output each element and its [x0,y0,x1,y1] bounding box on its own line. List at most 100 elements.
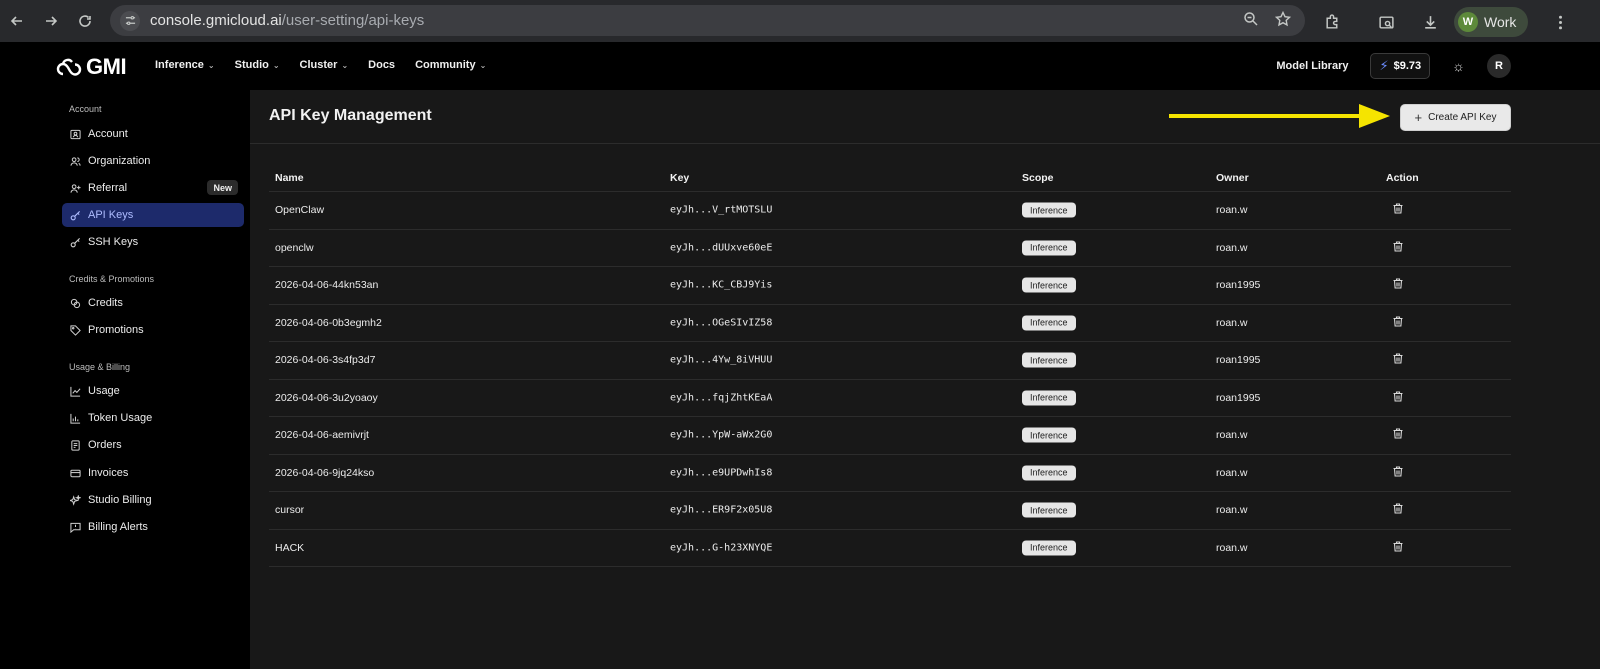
theme-toggle-sun-icon[interactable]: ☼ [1452,58,1465,74]
reload-icon[interactable] [71,7,99,35]
delete-trash-icon[interactable] [1392,390,1404,402]
nav-community[interactable]: Community ⌄ [415,59,486,71]
profile-chip[interactable]: W Work [1454,7,1529,37]
users-icon [69,155,81,167]
nav-studio[interactable]: Studio ⌄ [235,59,280,71]
delete-trash-icon[interactable] [1392,240,1404,252]
delete-trash-icon[interactable] [1392,428,1404,440]
sidebar-item-promotions[interactable]: Promotions [62,318,244,342]
yellow-arrow-annotation [1169,104,1390,128]
scope-badge: Inference [1022,540,1076,556]
sidebar-item-label: Promotions [88,324,144,336]
profile-label: Work [1484,14,1517,30]
sidebar-item-account[interactable]: Account [62,122,244,146]
bookmark-star-icon[interactable] [1274,10,1292,32]
sidebar-item-referral[interactable]: Referral New [62,176,244,200]
settings-sidebar: Account Account Organization Referral Ne… [0,90,250,669]
sidebar-item-ssh-keys[interactable]: SSH Keys [62,230,244,254]
chevron-down-icon: ⌄ [341,60,349,70]
address-bar[interactable]: console.gmicloud.ai/user-setting/api-key… [110,5,1305,36]
owner: roan1995 [1216,279,1261,292]
key-name: OpenClaw [275,204,325,217]
owner: roan1995 [1216,354,1261,367]
create-api-key-button[interactable]: + Create API Key [1400,104,1511,131]
sidebar-item-organization[interactable]: Organization [62,149,244,173]
scope-badge: Inference [1022,390,1076,406]
more-menu-icon[interactable] [1546,8,1574,36]
table-row: 2026-04-06-3u2yoaoy eyJh...fqjZhtKEaA In… [269,380,1511,417]
browser-toolbar: console.gmicloud.ai/user-setting/api-key… [0,0,1600,42]
download-icon[interactable] [1416,8,1444,36]
delete-trash-icon[interactable] [1392,315,1404,327]
nav-label: Cluster [299,59,338,71]
sidebar-item-label: Billing Alerts [88,521,148,533]
sidebar-item-api-keys[interactable]: API Keys [62,203,244,227]
delete-trash-icon[interactable] [1392,465,1404,477]
user-avatar[interactable]: R [1487,54,1511,78]
balance-button[interactable]: ⚡︎ $9.73 [1370,53,1431,79]
scope-badge: Inference [1022,502,1076,518]
scope-cell: Inference [1022,352,1076,368]
user-plus-icon [69,182,81,194]
back-icon[interactable] [3,7,31,35]
sidebar-item-billing-alerts[interactable]: Billing Alerts [62,515,244,539]
scope-badge: Inference [1022,277,1076,293]
scope-cell: Inference [1022,390,1076,406]
sidebar-item-invoices[interactable]: Invoices [62,461,244,485]
zoom-icon[interactable] [1243,11,1259,32]
key-name: 2026-04-06-0b3egmh2 [275,316,382,329]
sidebar-item-credits[interactable]: Credits [62,291,244,315]
owner: roan.w [1216,504,1248,517]
tag-icon [69,324,81,336]
delete-trash-icon[interactable] [1392,540,1404,552]
main-header: API Key Management + Create API Key [250,90,1600,144]
bar-chart-icon [69,412,81,424]
model-library-link[interactable]: Model Library [1276,60,1348,72]
key-name: 2026-04-06-9jq24kso [275,466,375,479]
table-row: cursor eyJh...ER9F2x05U8 Inference roan.… [269,492,1511,530]
sidebar-item-orders[interactable]: Orders [62,433,244,457]
create-api-key-label: Create API Key [1428,112,1497,123]
scope-cell: Inference [1022,540,1076,556]
owner: roan1995 [1216,391,1261,404]
site-settings-icon[interactable] [120,10,140,31]
masked-key: eyJh...ER9F2x05U8 [670,504,773,516]
key-icon [69,209,81,221]
sidebar-item-label: API Keys [88,209,134,221]
key-icon [69,236,81,248]
owner: roan.w [1216,241,1248,254]
delete-trash-icon[interactable] [1392,503,1404,515]
scope-badge: Inference [1022,240,1076,256]
sidebar-item-studio-billing[interactable]: Studio Billing [62,488,244,512]
forward-icon[interactable] [37,7,65,35]
delete-trash-icon[interactable] [1392,278,1404,290]
nav-docs[interactable]: Docs [368,59,395,71]
sidebar-item-token-usage[interactable]: Token Usage [62,406,244,430]
section-title-credits: Credits & Promotions [69,274,155,284]
table-row: openclw eyJh...dUUxve60eE Inference roan… [269,230,1511,267]
nav-cluster[interactable]: Cluster ⌄ [300,59,349,71]
nav-inference[interactable]: Inference ⌄ [155,59,215,71]
nav-label: Community [415,59,476,71]
column-header-name: Name [275,172,304,184]
page-title: API Key Management [269,107,432,124]
delete-trash-icon[interactable] [1392,203,1404,215]
url-host: console.gmicloud.ai [150,12,282,29]
masked-key: eyJh...G-h23XNYQE [670,542,773,554]
tab-search-icon[interactable] [1372,8,1400,36]
masked-key: eyJh...KC_CBJ9Yis [670,279,773,291]
chart-icon [69,385,81,397]
masked-key: eyJh...OGeSIvIZ58 [670,317,773,329]
extensions-icon[interactable] [1318,8,1346,36]
owner: roan.w [1216,316,1248,329]
sidebar-item-usage[interactable]: Usage [62,379,244,403]
sidebar-item-label: Usage [88,385,120,397]
masked-key: eyJh...4Yw_8iVHUU [670,354,773,366]
key-name: 2026-04-06-44kn53an [275,279,379,292]
main-panel: API Key Management + Create API Key Name… [250,90,1600,669]
gmi-logo[interactable]: GMI [56,54,127,80]
balance-value: $9.73 [1393,60,1422,72]
table-row: OpenClaw eyJh...V_rtMOTSLU Inference roa… [269,192,1511,230]
table-body: OpenClaw eyJh...V_rtMOTSLU Inference roa… [269,192,1511,567]
delete-trash-icon[interactable] [1392,353,1404,365]
